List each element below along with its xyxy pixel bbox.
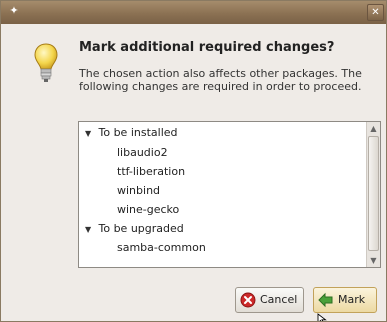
group-label: To be upgraded: [98, 222, 184, 235]
cancel-label: Cancel: [260, 293, 298, 306]
mark-arrow-icon: [318, 292, 333, 308]
cancel-button[interactable]: Cancel: [235, 287, 304, 313]
expander-down-icon[interactable]: ▼: [85, 125, 95, 143]
list-item[interactable]: ttf-liberation: [117, 163, 185, 181]
dialog-window: ✦ ✕ Mark additional required changes? Th…: [0, 0, 387, 322]
group-label: To be installed: [98, 126, 178, 139]
expander-down-icon[interactable]: ▼: [85, 221, 95, 239]
group-row-install[interactable]: ▼ To be installed: [85, 124, 178, 142]
window-close-icon[interactable]: ✕: [367, 4, 384, 21]
scroll-down-icon[interactable]: ▼: [367, 254, 380, 267]
scroll-up-icon[interactable]: ▲: [367, 122, 380, 135]
changes-list[interactable]: ▼ To be installed libaudio2 ttf-liberati…: [78, 121, 381, 268]
list-item[interactable]: libaudio2: [117, 144, 168, 162]
list-item[interactable]: wine-gecko: [117, 201, 179, 219]
vertical-scrollbar[interactable]: ▲ ▼: [366, 122, 380, 267]
mouse-cursor-icon: [317, 313, 327, 321]
lightbulb-icon: [34, 43, 58, 82]
mark-button[interactable]: Mark: [313, 287, 377, 313]
mark-label: Mark: [338, 293, 366, 306]
scroll-thumb[interactable]: [368, 136, 379, 251]
group-row-upgrade[interactable]: ▼ To be upgraded: [85, 220, 184, 238]
window-titlebar[interactable]: ✦ ✕: [1, 1, 386, 24]
cancel-icon: [240, 292, 256, 308]
window-menu-icon[interactable]: ✦: [8, 5, 20, 17]
list-item[interactable]: samba-common: [117, 239, 206, 257]
dialog-description: The chosen action also affects other pac…: [79, 67, 362, 93]
list-item[interactable]: winbind: [117, 182, 160, 200]
dialog-title: Mark additional required changes?: [79, 40, 335, 55]
